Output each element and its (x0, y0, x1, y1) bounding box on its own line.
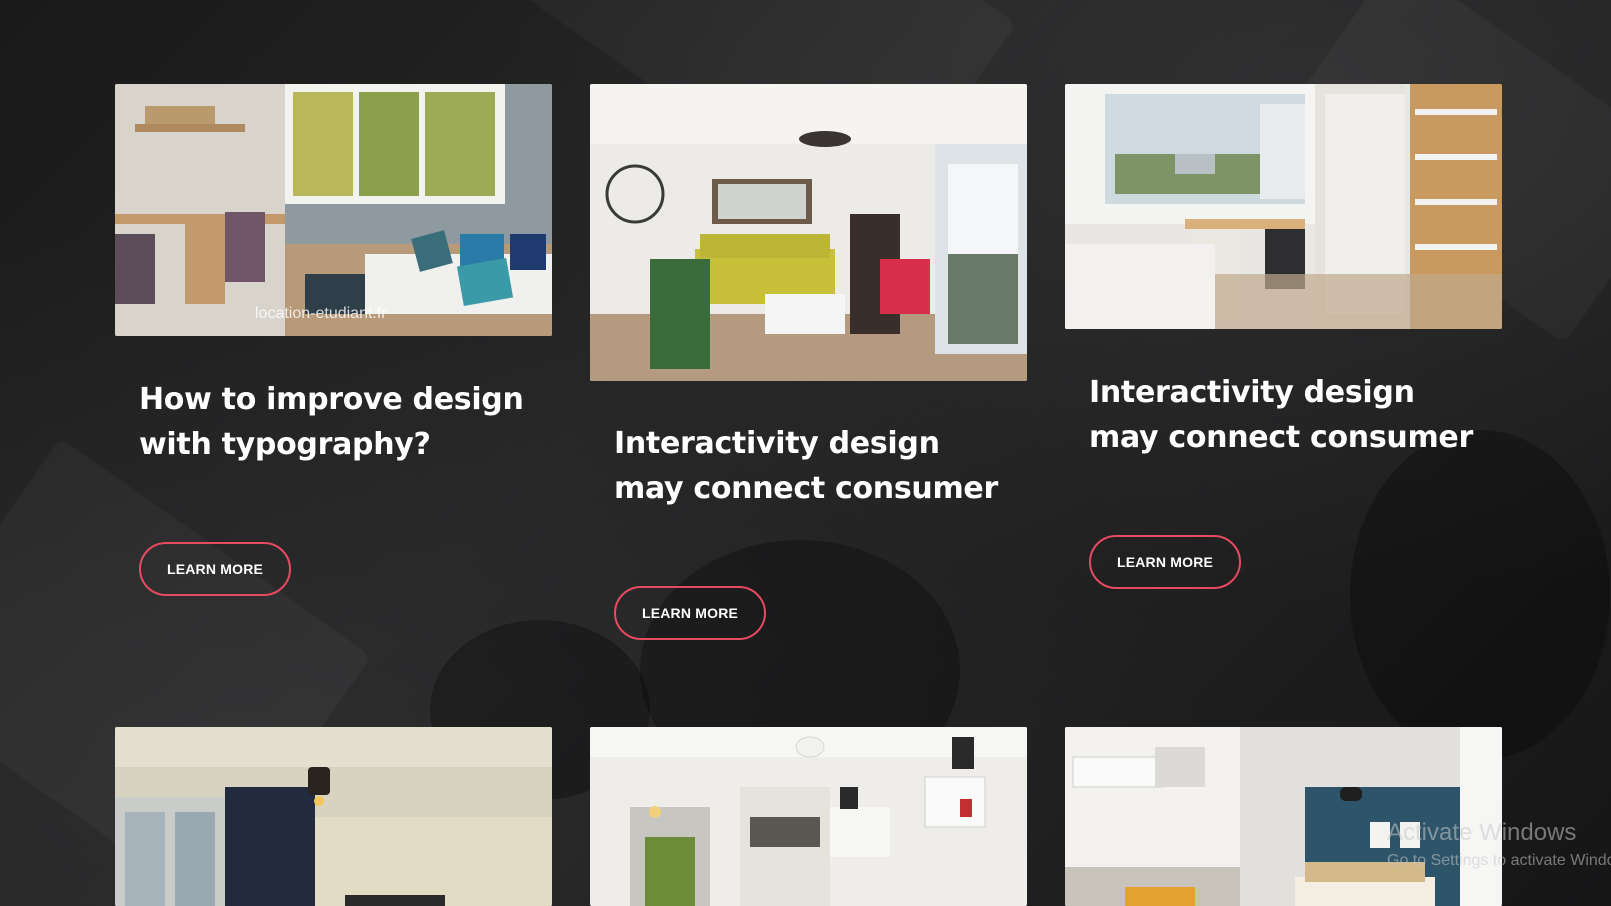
blog-card-title[interactable]: How to improve design with typography? (139, 377, 539, 467)
blog-card-title[interactable]: Interactivity design may connect consume… (614, 421, 1014, 511)
bedroom-lamp-photo (115, 727, 552, 906)
blog-card: Interactivity design may connect consume… (1065, 84, 1502, 644)
living-room-photo (590, 84, 1027, 381)
kitchenette-photo (590, 727, 1027, 906)
student-room-photo (1065, 84, 1502, 329)
watermark-title: Activate Windows (1387, 819, 1577, 846)
learn-more-button[interactable]: LEARN MORE (139, 542, 291, 596)
learn-more-button[interactable]: LEARN MORE (1089, 535, 1241, 589)
windows-activation-watermark: Activate Windows Go to Settings to activ… (1387, 818, 1611, 874)
image-watermark: location-etudiant.fr (255, 305, 387, 322)
blog-card-image[interactable] (1065, 84, 1502, 329)
blog-card-image[interactable] (590, 727, 1027, 906)
studio-bedroom-photo (1065, 727, 1502, 906)
bedroom-photo: location-etudiant.fr (115, 84, 552, 336)
blog-card: Interactivity design may connect consume… (590, 84, 1027, 644)
blog-card-title[interactable]: Interactivity design may connect consume… (1089, 370, 1489, 460)
blog-card (590, 727, 1027, 906)
blog-card: location-etudiant.fr How to improve desi… (115, 84, 552, 644)
blog-card-image[interactable] (590, 84, 1027, 381)
blog-card (115, 727, 552, 906)
blog-card-image[interactable] (115, 727, 552, 906)
blog-card-image[interactable] (1065, 727, 1502, 906)
watermark-subtitle: Go to Settings to activate Windows. (1387, 852, 1611, 869)
blog-section: location-etudiant.fr How to improve desi… (0, 0, 1611, 906)
blog-card-image[interactable]: location-etudiant.fr (115, 84, 552, 336)
learn-more-button[interactable]: LEARN MORE (614, 586, 766, 640)
blog-card (1065, 727, 1502, 906)
